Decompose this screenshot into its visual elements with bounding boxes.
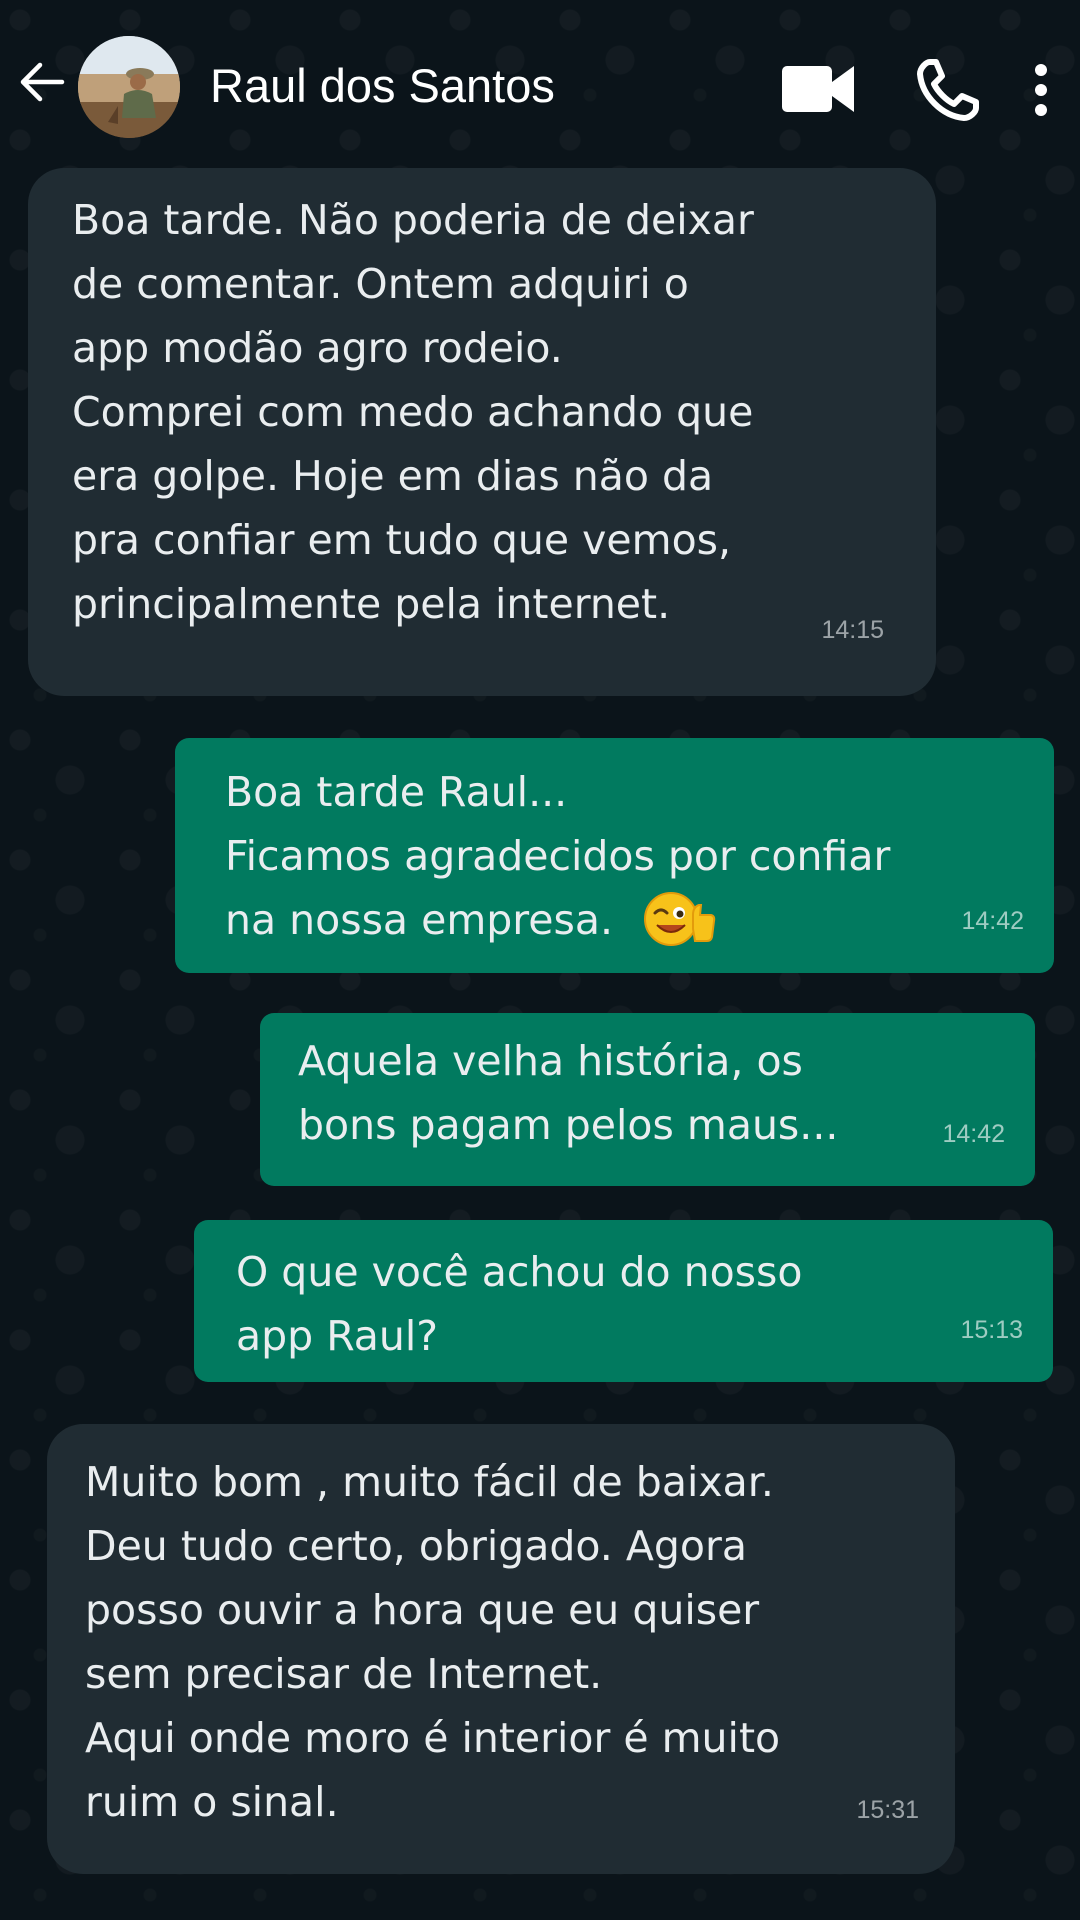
winking-thumbs-up-emoji [641,889,717,949]
back-button[interactable] [12,52,72,112]
message-time: 14:42 [961,907,1024,935]
message-bubble-outgoing[interactable]: Aquela velha história, os bons pagam pel… [260,1013,1035,1186]
message-bubble-outgoing[interactable]: Boa tarde Raul... Ficamos agradecidos po… [175,738,1054,973]
arrow-left-icon [20,62,65,102]
message-time: 14:42 [942,1120,1005,1148]
message-bubble-outgoing[interactable]: O que você achou do nosso app Raul? 15:1… [194,1220,1053,1382]
video-camera-icon [782,66,854,112]
more-options-button[interactable] [1026,58,1056,122]
message-time: 15:13 [960,1316,1023,1344]
message-text: Boa tarde Raul... Ficamos agradecidos po… [225,768,891,944]
message-text: Muito bom , muito fácil de baixar. Deu t… [85,1458,781,1826]
phone-icon [917,59,979,121]
contact-avatar[interactable] [78,36,180,138]
voice-call-button[interactable] [916,58,980,122]
message-bubble-incoming[interactable]: Boa tarde. Não poderia de deixar de come… [28,168,936,696]
message-text: Boa tarde. Não poderia de deixar de come… [72,196,754,628]
chat-header: Raul dos Santos [0,0,1080,170]
message-bubble-incoming[interactable]: Muito bom , muito fácil de baixar. Deu t… [47,1424,955,1874]
video-call-button[interactable] [780,58,856,120]
message-text-wrapper: Boa tarde Raul... Ficamos agradecidos po… [225,760,1024,953]
message-text: Aquela velha história, os bons pagam pel… [298,1037,839,1149]
message-time: 15:31 [856,1796,919,1824]
more-vertical-icon [1035,64,1047,116]
avatar-photo [78,36,180,138]
message-time: 14:15 [821,616,884,644]
contact-name[interactable]: Raul dos Santos [210,58,555,113]
message-text: O que você achou do nosso app Raul? [236,1248,803,1360]
